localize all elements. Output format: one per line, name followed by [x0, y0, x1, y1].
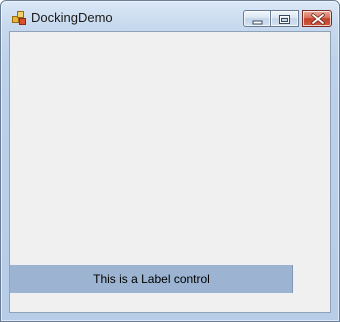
- close-icon: [311, 13, 325, 25]
- app-icon[interactable]: [12, 11, 26, 25]
- minimize-button[interactable]: [243, 10, 271, 27]
- app-window: DockingDemo This is a Label control: [0, 0, 340, 322]
- docked-label: This is a Label control: [10, 265, 293, 293]
- label-text: This is a Label control: [93, 272, 210, 286]
- maximize-icon: [279, 15, 290, 24]
- close-button[interactable]: [302, 10, 332, 27]
- minimize-icon: [252, 20, 263, 25]
- form-client-area: This is a Label control: [9, 31, 331, 313]
- window-title: DockingDemo: [31, 10, 113, 25]
- maximize-button[interactable]: [271, 10, 299, 27]
- title-bar[interactable]: DockingDemo: [1, 1, 339, 31]
